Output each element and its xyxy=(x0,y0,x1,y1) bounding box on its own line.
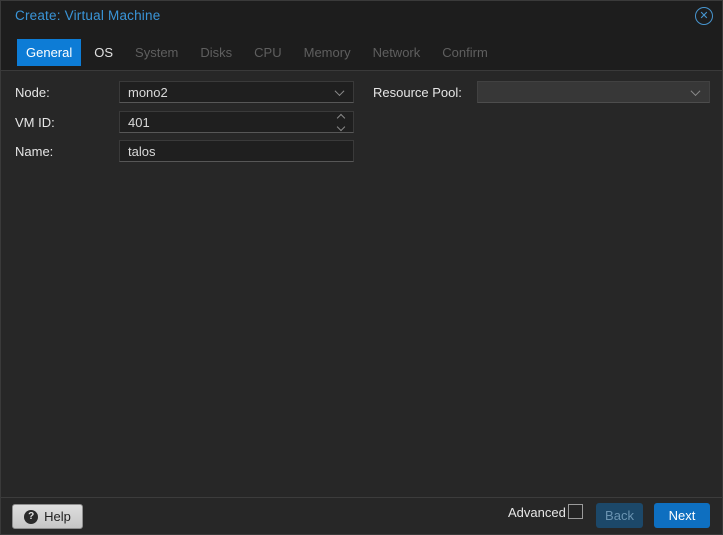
name-label: Name: xyxy=(15,144,53,159)
help-button[interactable]: ? Help xyxy=(12,504,83,529)
tab-disks: Disks xyxy=(191,39,241,66)
resource-pool-label: Resource Pool: xyxy=(373,85,462,100)
dialog-title: Create: Virtual Machine xyxy=(15,8,160,23)
tab-general[interactable]: General xyxy=(17,39,81,66)
node-input[interactable] xyxy=(120,82,336,102)
tab-system: System xyxy=(126,39,187,66)
tab-cpu: CPU xyxy=(245,39,290,66)
tab-os[interactable]: OS xyxy=(85,39,122,66)
create-vm-dialog: Create: Virtual Machine ✕ General OS Sys… xyxy=(0,0,723,535)
node-combobox[interactable] xyxy=(119,81,354,103)
tab-memory: Memory xyxy=(295,39,360,66)
vmid-label: VM ID: xyxy=(15,115,55,130)
chevron-down-icon[interactable] xyxy=(337,122,345,130)
chevron-down-icon[interactable] xyxy=(691,86,701,96)
tab-network: Network xyxy=(364,39,430,66)
advanced-checkbox[interactable] xyxy=(568,504,583,519)
tab-bar: General OS System Disks CPU Memory Netwo… xyxy=(17,39,497,66)
advanced-label: Advanced xyxy=(508,505,566,520)
help-icon: ? xyxy=(24,510,38,524)
back-button[interactable]: Back xyxy=(596,503,643,528)
tab-confirm: Confirm xyxy=(433,39,497,66)
resource-pool-input[interactable] xyxy=(478,82,692,102)
chevron-up-icon[interactable] xyxy=(337,113,345,121)
dialog-header: Create: Virtual Machine ✕ General OS Sys… xyxy=(1,1,722,71)
next-button[interactable]: Next xyxy=(654,503,710,528)
close-button[interactable]: ✕ xyxy=(695,7,713,25)
name-field[interactable] xyxy=(119,140,354,162)
spinner-buttons[interactable] xyxy=(338,115,344,130)
vmid-spinner[interactable] xyxy=(119,111,354,133)
dialog-footer: ? Help Advanced Back Next xyxy=(1,497,722,534)
resource-pool-combobox[interactable] xyxy=(477,81,710,103)
vmid-input[interactable] xyxy=(120,112,338,132)
help-button-label: Help xyxy=(44,509,71,524)
name-input[interactable] xyxy=(120,141,353,161)
chevron-down-icon[interactable] xyxy=(335,86,345,96)
close-icon: ✕ xyxy=(699,10,708,22)
node-label: Node: xyxy=(15,85,50,100)
